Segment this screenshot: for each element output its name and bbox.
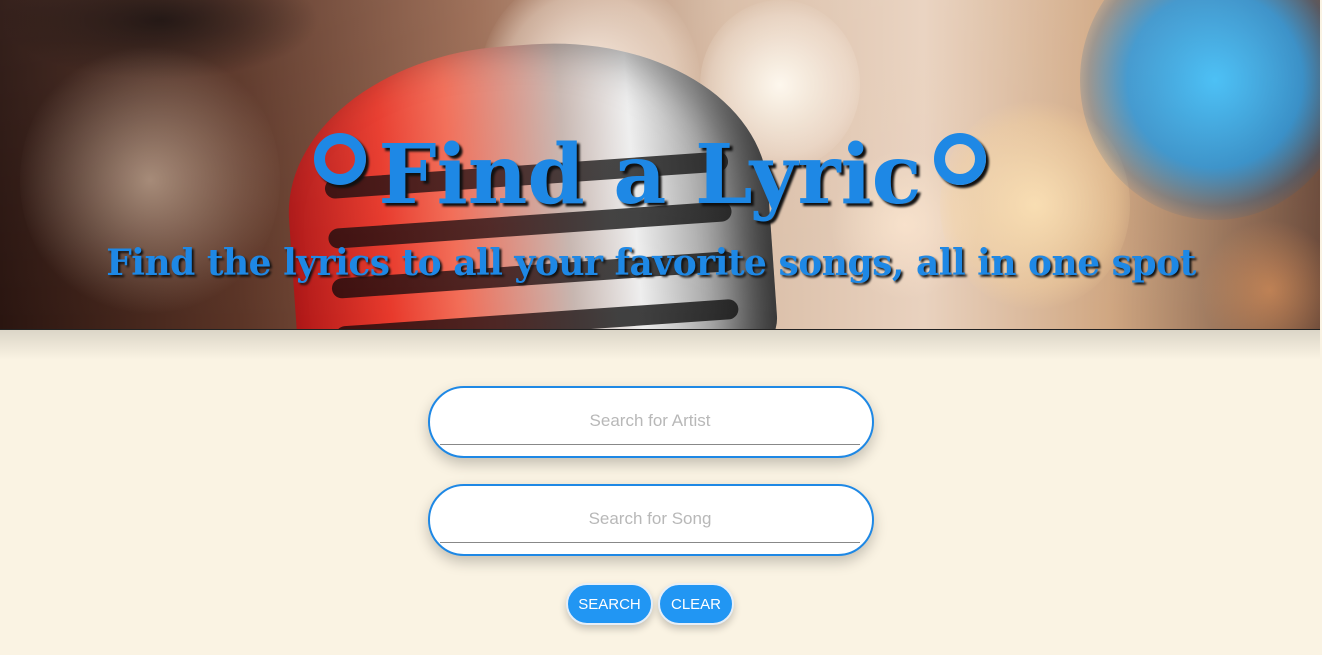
hero-banner: Find a Lyric Find the lyrics to all your…: [0, 0, 1320, 330]
vinyl-record-icon: [933, 132, 986, 185]
song-search-box: [428, 484, 874, 556]
header-shadow: [0, 330, 1320, 360]
song-search-input[interactable]: [440, 496, 860, 543]
artist-search-input[interactable]: [440, 398, 860, 445]
artist-search-box: [428, 386, 874, 458]
page-title-text: Find a Lyric: [378, 126, 922, 223]
vinyl-record-icon: [314, 132, 367, 185]
search-button[interactable]: Search: [566, 583, 653, 625]
page-title: Find a Lyric: [0, 125, 1300, 225]
clear-button[interactable]: Clear: [658, 583, 734, 625]
page-subtitle: Find the lyrics to all your favorite son…: [106, 241, 1196, 284]
